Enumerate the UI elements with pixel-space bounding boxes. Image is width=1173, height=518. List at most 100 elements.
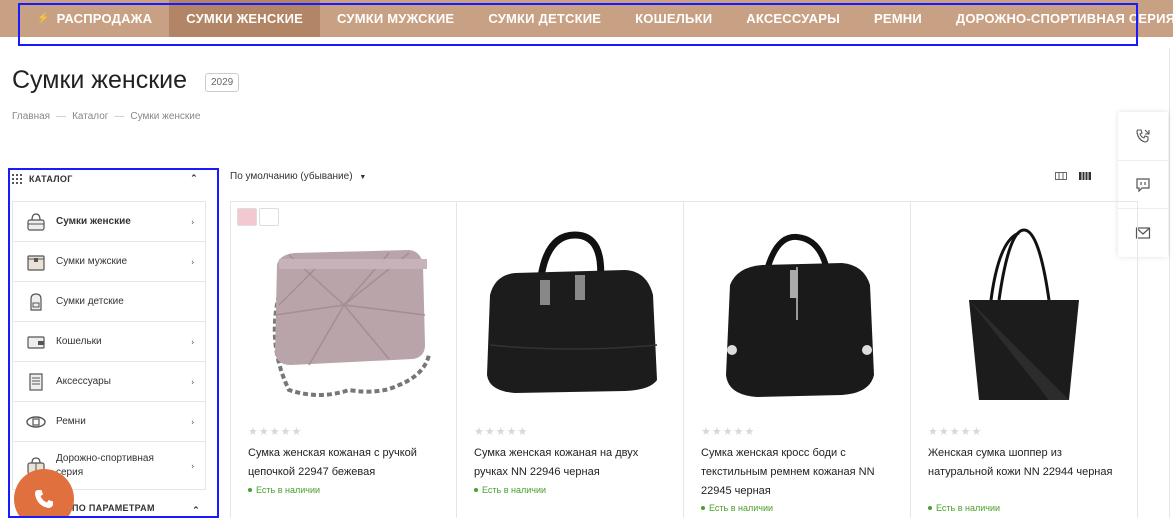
chat-icon (1136, 177, 1150, 192)
list-view-icon[interactable] (1055, 172, 1067, 180)
backpack-icon (25, 291, 47, 313)
nav-item-sale[interactable]: ⚡ РАСПРОДАЖА (20, 0, 169, 37)
page-title: Сумки женские (12, 66, 188, 94)
stock-label: Есть в наличии (482, 485, 546, 495)
breadcrumb-separator: — (56, 111, 67, 122)
catalog-toggle[interactable]: КАТАЛОГ ⌃ (12, 171, 202, 187)
nav-item-label: КОШЕЛЬКИ (635, 11, 713, 26)
breadcrumb-catalog[interactable]: Каталог (72, 111, 108, 122)
stock-status: Есть в наличии (701, 503, 773, 513)
stock-label: Есть в наличии (936, 503, 1000, 513)
stock-dot-icon (701, 506, 705, 510)
chevron-right-icon: › (191, 461, 194, 470)
bowling-bag-icon (487, 231, 658, 393)
chevron-right-icon: › (191, 377, 194, 386)
nav-item-label: СУМКИ ДЕТСКИЕ (488, 11, 602, 26)
product-image[interactable] (692, 220, 902, 410)
catalog-item-accessories[interactable]: Аксессуары › (13, 362, 205, 402)
stock-label: Есть в наличии (709, 503, 773, 513)
catalog-item-label: Аксессуары (56, 375, 111, 387)
catalog-item-men-bags[interactable]: Сумки мужские › (13, 242, 205, 282)
stock-status: Есть в наличии (928, 503, 1000, 513)
catalog-item-kids-bags[interactable]: Сумки детские (13, 282, 205, 322)
phone-icon (35, 490, 53, 508)
rating-stars: ★★★★★ (248, 426, 303, 438)
nav-item-belts[interactable]: РЕМНИ (857, 0, 939, 37)
catalog-item-label: Сумки женские (56, 215, 131, 227)
catalog-item-label: Сумки мужские (56, 255, 128, 267)
rating-stars: ★★★★★ (474, 426, 529, 438)
chevron-up-icon: ⌃ (190, 173, 198, 183)
chevron-right-icon: › (191, 417, 194, 426)
breadcrumb-separator: — (114, 111, 125, 122)
page-edge-divider (1169, 48, 1170, 518)
product-card[interactable]: ★★★★★ Женская сумка шоппер из натурально… (911, 202, 1138, 518)
chevron-right-icon: › (191, 257, 194, 266)
breadcrumb: Главная — Каталог — Сумки женские (12, 111, 200, 122)
nav-item-women-bags[interactable]: СУМКИ ЖЕНСКИЕ (169, 0, 320, 37)
sort-dropdown[interactable]: По умолчанию (убывание) ▼ (230, 171, 366, 182)
product-name[interactable]: Сумка женская кожаная на двух ручках NN … (474, 444, 670, 482)
nav-item-travel-sport[interactable]: ДОРОЖНО-СПОРТИВНАЯ СЕРИЯ (939, 0, 1173, 37)
nav-item-men-bags[interactable]: СУМКИ МУЖСКИЕ (320, 0, 471, 37)
stock-status: Есть в наличии (248, 485, 320, 495)
stock-dot-icon (474, 488, 478, 492)
chevron-right-icon: › (191, 217, 194, 226)
product-card[interactable]: ★★★★★ Сумка женская кожаная с ручкой цеп… (230, 202, 457, 518)
nav-item-wallets[interactable]: КОШЕЛЬКИ (618, 0, 729, 37)
top-navigation: ⚡ РАСПРОДАЖА СУМКИ ЖЕНСКИЕ СУМКИ МУЖСКИЕ … (0, 0, 1173, 37)
nav-item-label: СУМКИ ЖЕНСКИЕ (186, 11, 303, 26)
product-card[interactable]: ★★★★★ Сумка женская кожаная на двух ручк… (457, 202, 684, 518)
stock-dot-icon (928, 506, 932, 510)
product-name[interactable]: Сумка женская кросс боди с текстильным р… (701, 444, 897, 501)
caret-down-icon: ▼ (359, 174, 367, 181)
sort-label: По умолчанию (убывание) (230, 171, 353, 182)
nav-item-label: ДОРОЖНО-СПОРТИВНАЯ СЕРИЯ (955, 11, 1173, 26)
catalog-item-label: Дорожно-спортивная серия (56, 452, 154, 478)
nav-item-label: СУМКИ МУЖСКИЕ (337, 11, 455, 26)
stock-label: Есть в наличии (256, 485, 320, 495)
chevron-right-icon: › (191, 337, 194, 346)
wallet-icon (25, 331, 47, 353)
quilted-bag-icon (272, 250, 431, 397)
page: ⚡ РАСПРОДАЖА СУМКИ ЖЕНСКИЕ СУМКИ МУЖСКИЕ … (0, 0, 1173, 518)
view-switcher (1055, 172, 1091, 180)
callback-phone-icon (1136, 129, 1150, 143)
product-count-badge: 2029 (205, 73, 240, 92)
notebook-icon (25, 371, 47, 393)
breadcrumb-current: Сумки женские (130, 111, 201, 122)
product-image[interactable] (919, 220, 1129, 410)
rating-stars: ★★★★★ (928, 426, 983, 438)
grid-view-icon[interactable] (1079, 172, 1091, 180)
product-image[interactable] (239, 220, 449, 410)
nav-item-kids-bags[interactable]: СУМКИ ДЕТСКИЕ (471, 0, 618, 37)
catalog-item-label: Кошельки (56, 335, 102, 347)
chevron-up-icon: ⌃ (192, 505, 200, 515)
params-heading: ПО ПАРАМЕТРАМ (72, 503, 155, 513)
catalog-item-women-bags[interactable]: Сумки женские › (13, 202, 205, 242)
stock-status: Есть в наличии (474, 485, 546, 495)
shopper-bag-icon (969, 228, 1079, 400)
product-name[interactable]: Женская сумка шоппер из натуральной кожи… (928, 444, 1124, 482)
catalog-item-belts[interactable]: Ремни › (13, 402, 205, 442)
catalog-item-label: Ремни (56, 415, 86, 427)
catalog-item-label: Сумки детские (56, 295, 124, 307)
stock-dot-icon (248, 488, 252, 492)
product-name[interactable]: Сумка женская кожаная с ручкой цепочкой … (248, 444, 444, 482)
breadcrumb-home[interactable]: Главная (12, 111, 50, 122)
product-card[interactable]: ★★★★★ Сумка женская кросс боди с текстил… (684, 202, 911, 518)
product-image[interactable] (465, 220, 675, 410)
catalog-item-wallets[interactable]: Кошельки › (13, 322, 205, 362)
rating-stars: ★★★★★ (701, 426, 756, 438)
men-bag-icon (25, 251, 47, 273)
catalog-list: Сумки женские › Сумки мужские › Сумки де… (12, 201, 206, 490)
product-grid: ★★★★★ Сумка женская кожаная с ручкой цеп… (230, 201, 1138, 518)
nav-item-label: АКСЕССУАРЫ (746, 11, 840, 26)
grid-dots-icon (12, 174, 22, 184)
lightning-icon: ⚡ (37, 13, 50, 24)
callback-button[interactable] (1118, 112, 1168, 161)
nav-item-accessories[interactable]: АКСЕССУАРЫ (729, 0, 857, 37)
women-bag-icon (25, 211, 47, 233)
belt-icon (25, 411, 47, 433)
nav-item-label: РЕМНИ (874, 11, 922, 26)
